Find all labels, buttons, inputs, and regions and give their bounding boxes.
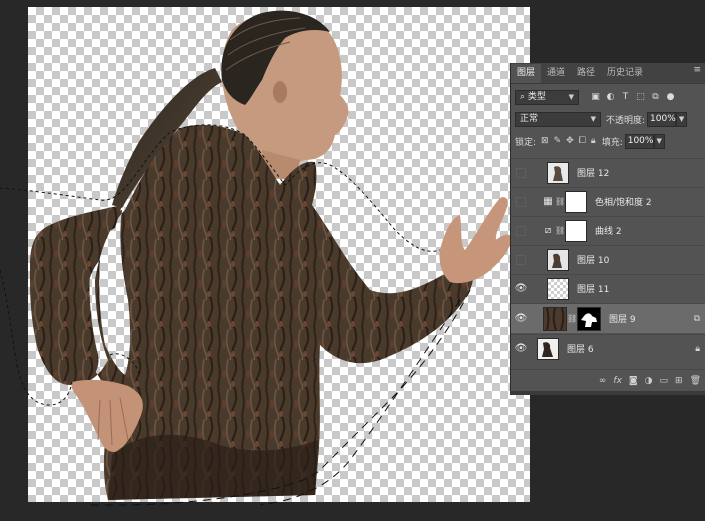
layer-row[interactable]: 图层 10 (511, 245, 705, 273)
visibility-toggle[interactable] (511, 247, 531, 273)
fill-input[interactable]: 100% (624, 133, 654, 149)
visibility-toggle[interactable]: 👁︎ (511, 276, 531, 302)
lock-image-icon[interactable]: ✎ (554, 136, 562, 146)
layer-row[interactable]: 图层 12 (511, 158, 705, 186)
lock-all-icon[interactable]: 🔒︎ (591, 136, 596, 146)
layers-panel-footer: ∞ fx ◙ ◑ ▭ ⊞ 🗑︎ (511, 369, 705, 391)
eye-icon: 👁︎ (514, 313, 528, 324)
layer-thumbnail (547, 277, 569, 300)
lock-label: 锁定: (515, 137, 537, 148)
new-adjustment-icon[interactable]: ◑ (645, 376, 653, 386)
layer-name[interactable]: 图层 6 (567, 342, 594, 355)
filter-kind-label: 类型 (527, 91, 546, 102)
visibility-toggle[interactable]: 👁︎ (511, 306, 531, 332)
blend-mode-label: 正常 (520, 113, 539, 124)
type-filter-icon[interactable]: T (621, 92, 630, 102)
eye-hidden-icon (516, 167, 526, 178)
layer-thumbnail (537, 337, 559, 360)
tab-paths[interactable]: 路径 (571, 64, 601, 83)
shape-filter-icon[interactable]: ⬚ (636, 92, 645, 102)
fill-slider-toggle[interactable]: ▼ (653, 133, 665, 149)
mask-link-icon[interactable]: ⛓︎ (567, 314, 577, 323)
visibility-toggle[interactable]: 👁︎ (511, 336, 531, 362)
opacity-slider-toggle[interactable]: ▼ (676, 111, 688, 127)
layer-name[interactable]: 图层 12 (577, 166, 609, 179)
eye-hidden-icon (516, 254, 526, 265)
adjustment-filter-icon[interactable]: ◐ (606, 92, 615, 102)
eye-icon: 👁︎ (514, 343, 528, 354)
filter-kind-dropdown[interactable]: ⌕ 类型 ▼ (515, 89, 579, 105)
chevron-down-icon: ▼ (568, 92, 574, 101)
eye-hidden-icon (516, 225, 526, 236)
fx-icon[interactable]: fx (613, 376, 622, 386)
new-group-icon[interactable]: ▭ (660, 376, 669, 386)
layer-row[interactable]: ▦ ⛓︎ 色相/饱和度 2 (511, 187, 705, 215)
blend-mode-dropdown[interactable]: 正常 ▼ (515, 111, 601, 127)
opacity-input[interactable]: 100% (647, 111, 677, 127)
layer-name[interactable]: 图层 10 (577, 253, 609, 266)
layer-row-selected[interactable]: 👁︎ ⛓︎ 图层 9 ⧉ (511, 303, 705, 333)
layer-thumbnail (547, 161, 569, 184)
layer-filter-row: ⌕ 类型 ▼ ▣ ◐ T ⬚ ⧉ ● (511, 86, 705, 108)
tab-history[interactable]: 历史记录 (601, 64, 649, 83)
image-filter-icon[interactable]: ▣ (591, 92, 600, 102)
panel-menu-icon[interactable]: ≡ (693, 66, 701, 75)
lock-artboard-icon[interactable]: ⧠ (579, 136, 586, 146)
delete-layer-icon[interactable]: 🗑︎ (690, 376, 701, 386)
panel-bottom-edge (510, 391, 705, 395)
chevron-down-icon: ▼ (590, 114, 596, 123)
layer-list: 图层 12 ▦ ⛓︎ 色相/饱和度 2 ⧄ ⛓︎ 曲线 2 图层 10 👁︎ 图… (511, 158, 705, 368)
layer-row[interactable]: ⧄ ⛓︎ 曲线 2 (511, 216, 705, 244)
layer-row[interactable]: 👁︎ 图层 6 🔒︎ (511, 334, 705, 362)
layer-mask-thumbnail[interactable] (565, 219, 587, 242)
visibility-toggle[interactable] (511, 160, 531, 186)
hue-saturation-adjustment-icon: ▦ (543, 196, 553, 207)
layer-name[interactable]: 曲线 2 (595, 224, 622, 237)
tab-channels[interactable]: 通道 (541, 64, 571, 83)
curves-adjustment-icon: ⧄ (544, 225, 552, 236)
smart-filter-icon: ⧉ (693, 313, 700, 324)
lock-position-icon[interactable]: ✥ (566, 136, 574, 146)
tab-layers[interactable]: 图层 (511, 64, 542, 83)
lock-transparent-icon[interactable]: ⊠ (541, 136, 549, 146)
bark-body (30, 124, 474, 500)
lock-icon: 🔒︎ (695, 343, 700, 354)
layer-name[interactable]: 图层 11 (577, 282, 609, 295)
layer-name[interactable]: 色相/饱和度 2 (595, 195, 652, 208)
smart-object-filter-icon[interactable]: ⧉ (651, 92, 660, 102)
search-icon: ⌕ (520, 91, 526, 102)
filter-toggle-icon[interactable]: ● (666, 92, 675, 102)
eye-icon: 👁︎ (514, 283, 528, 294)
layer-thumbnail (543, 306, 567, 331)
mask-link-icon[interactable]: ⛓︎ (555, 197, 565, 206)
new-layer-icon[interactable]: ⊞ (675, 376, 683, 386)
opacity-label: 不透明度: (606, 115, 646, 126)
layer-row[interactable]: 👁︎ 图层 11 (511, 274, 705, 302)
panel-tab-bar: 图层 通道 路径 历史记录 ≡ (511, 63, 705, 84)
layer-mask-thumbnail[interactable] (565, 190, 587, 213)
lock-fill-row: 锁定: ⊠ ✎ ✥ ⧠ 🔒︎ 填充: 100% ▼ (511, 130, 705, 152)
right-hand (439, 197, 512, 284)
layer-mask-thumbnail[interactable] (577, 306, 601, 331)
mask-link-icon[interactable]: ⛓︎ (555, 226, 565, 235)
eye-hidden-icon (516, 196, 526, 207)
visibility-toggle[interactable] (511, 218, 531, 244)
link-layers-icon[interactable]: ∞ (599, 376, 607, 386)
blend-opacity-row: 正常 ▼ 不透明度: 100% ▼ (511, 108, 705, 130)
visibility-toggle[interactable] (511, 189, 531, 215)
layers-panel: 图层 通道 路径 历史记录 ≡ ⌕ 类型 ▼ ▣ ◐ T ⬚ ⧉ ● 正常 ▼ … (510, 63, 705, 391)
layer-name[interactable]: 图层 9 (609, 312, 636, 325)
add-mask-icon[interactable]: ◙ (629, 376, 638, 386)
fill-label: 填充: (601, 137, 623, 148)
layer-thumbnail (547, 248, 569, 271)
